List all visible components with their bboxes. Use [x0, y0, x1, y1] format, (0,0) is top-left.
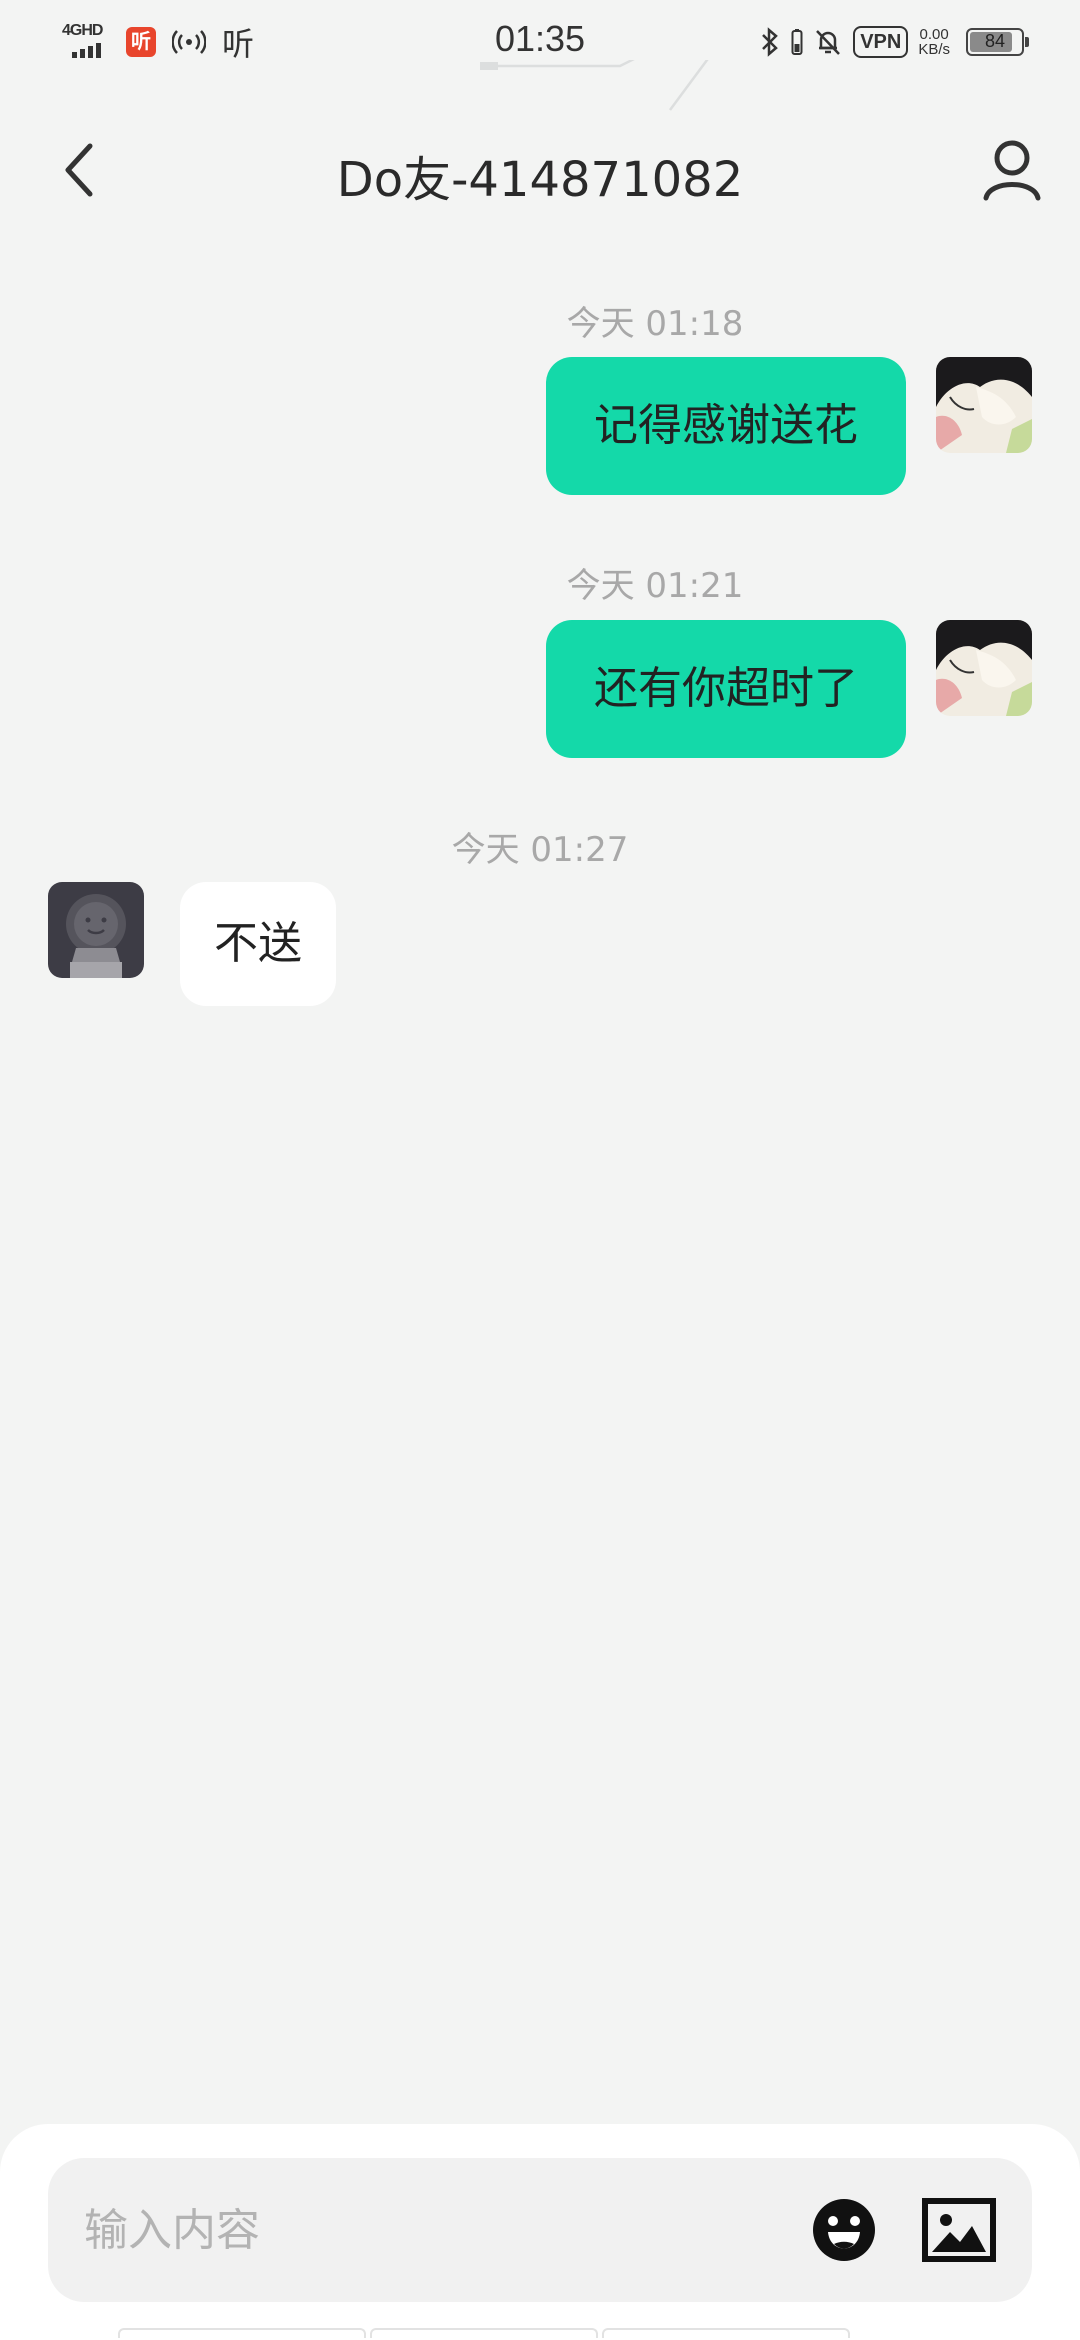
outgoing-message-bubble[interactable]: 还有你超时了	[546, 620, 906, 758]
emoji-button[interactable]	[812, 2198, 876, 2262]
message-timestamp: 今天 01:21	[566, 566, 744, 606]
mute-bell-icon	[816, 30, 841, 55]
message-input[interactable]	[84, 2158, 804, 2302]
incoming-message-bubble[interactable]: 不送	[180, 882, 336, 1006]
keyboard-hint-lines	[118, 2328, 963, 2340]
battery-icon: 84	[966, 28, 1029, 56]
status-right: VPN 0.00 KB/s 84	[759, 24, 1029, 60]
chat-screen: 4GHD 听 听 01:35 VPN 0.00 KB/s 84 Do友-4148…	[0, 0, 1080, 2340]
outgoing-message-bubble[interactable]: 记得感谢送花	[546, 357, 906, 495]
bluetooth-icon	[762, 27, 779, 57]
profile-button[interactable]	[974, 132, 1050, 208]
speed-unit: KB/s	[918, 41, 950, 58]
contact-avatar[interactable]	[48, 882, 144, 978]
network-speed: 0.00 KB/s	[918, 27, 950, 57]
emoji-icon	[813, 2199, 875, 2261]
chat-header: Do友-414871082	[0, 120, 1080, 220]
message-timestamp: 今天 01:27	[451, 830, 629, 870]
image-icon	[922, 2198, 996, 2262]
person-icon	[983, 140, 1041, 201]
battery-saver-icon	[791, 29, 803, 55]
speed-value: 0.00	[919, 26, 949, 43]
input-panel	[0, 2124, 1080, 2340]
vpn-badge: VPN	[853, 26, 909, 58]
image-button[interactable]	[922, 2198, 996, 2262]
battery-level: 84	[984, 31, 1006, 51]
self-avatar[interactable]	[936, 620, 1032, 716]
message-timestamp: 今天 01:18	[566, 304, 744, 344]
decorative-lines	[480, 60, 709, 111]
self-avatar[interactable]	[936, 357, 1032, 453]
message-input-box	[48, 2158, 1032, 2302]
chat-title: Do友-414871082	[336, 152, 744, 208]
status-bar: 4GHD 听 听 01:35 VPN 0.00 KB/s 84	[0, 0, 1080, 111]
